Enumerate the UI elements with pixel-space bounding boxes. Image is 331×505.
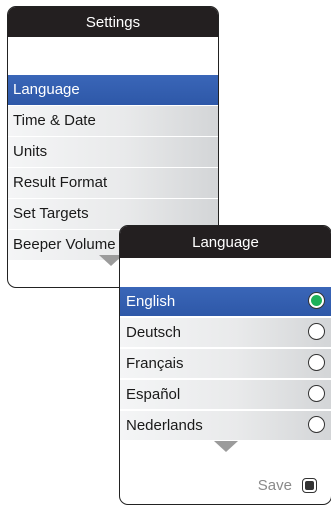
language-option-english[interactable]: English: [120, 287, 331, 318]
settings-title: Settings: [8, 7, 218, 37]
language-option-label: English: [126, 293, 176, 310]
language-option-label: Nederlands: [126, 417, 203, 434]
radio-icon[interactable]: [308, 385, 325, 402]
settings-item-language[interactable]: Language: [8, 75, 218, 106]
settings-item-label: Units: [13, 143, 48, 160]
settings-item-label: Time & Date: [13, 112, 96, 129]
settings-item-label: Result Format: [13, 174, 108, 191]
language-option-label: Deutsch: [126, 324, 182, 341]
language-option-francais[interactable]: Français: [120, 349, 331, 380]
language-option-espanol[interactable]: Español: [120, 380, 331, 411]
settings-item-units[interactable]: Units: [8, 137, 218, 168]
save-button-icon[interactable]: [302, 478, 317, 493]
radio-icon[interactable]: [308, 323, 325, 340]
radio-icon[interactable]: [308, 354, 325, 371]
chevron-down-icon[interactable]: [214, 441, 238, 452]
language-option-label: Español: [126, 386, 181, 403]
language-title: Language: [120, 226, 331, 258]
radio-selected-icon[interactable]: [308, 292, 325, 309]
settings-item-time-date[interactable]: Time & Date: [8, 106, 218, 137]
settings-item-label: Set Targets: [13, 205, 89, 222]
settings-item-label: Language: [13, 81, 80, 98]
radio-icon[interactable]: [308, 416, 325, 433]
language-option-deutsch[interactable]: Deutsch: [120, 318, 331, 349]
save-label: Save: [257, 477, 292, 494]
language-option-label: Français: [126, 355, 184, 372]
language-title-spacer: [120, 258, 331, 287]
settings-title-spacer: [8, 37, 218, 75]
settings-item-label: Beeper Volume: [13, 236, 116, 253]
language-panel: Language English Deutsch Français Españo…: [119, 225, 331, 505]
language-option-nederlands[interactable]: Nederlands: [120, 411, 331, 442]
save-button[interactable]: Save: [258, 477, 317, 494]
settings-item-result-format[interactable]: Result Format: [8, 168, 218, 199]
